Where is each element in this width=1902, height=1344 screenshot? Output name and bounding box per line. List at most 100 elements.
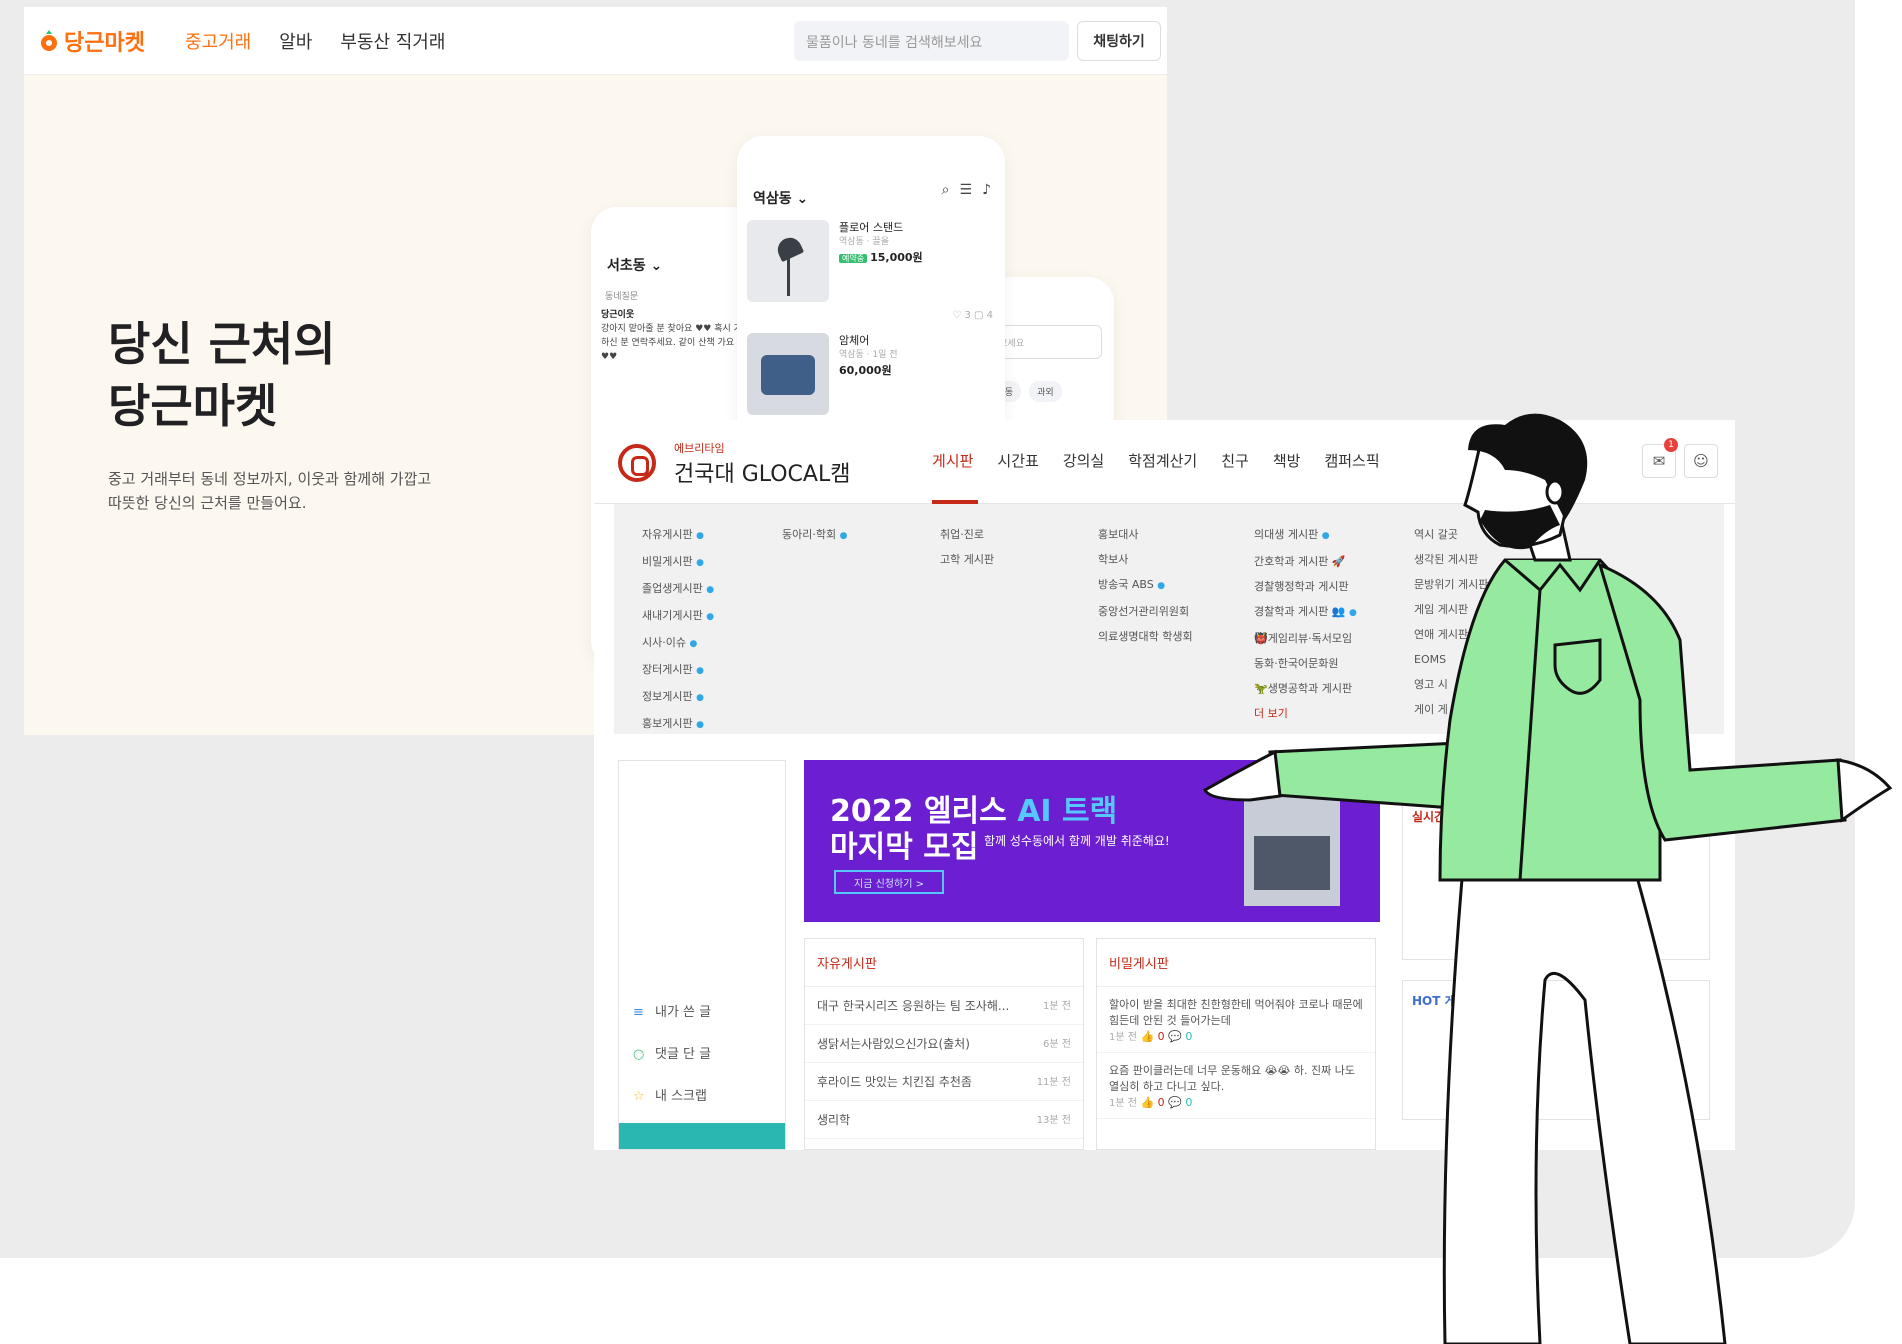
daangn-nav: 당근마켓 중고거래 알바 부동산 직거래 물품이나 동네를 검색해보세요 채팅하…	[24, 7, 1167, 75]
daangn-search-input[interactable]: 물품이나 동네를 검색해보세요	[794, 21, 1069, 61]
board-link[interactable]: 학보사	[1098, 547, 1193, 572]
board-link[interactable]: 중앙선거관리위원회	[1098, 599, 1193, 624]
bell-icon[interactable]: ♪	[982, 182, 991, 198]
star-icon: ☆	[633, 1089, 645, 1104]
free-board-card: 자유게시판 대구 한국시리즈 응원하는 팀 조사해... 1분 전 생닭서는사람있…	[804, 938, 1084, 1150]
daangn-chat-button[interactable]: 채팅하기	[1077, 21, 1161, 61]
phone-a-header: 서초동 ⌄	[607, 258, 663, 274]
board-link[interactable]: 자유게시판 ●	[642, 522, 714, 549]
board-link[interactable]: 👹게임리뷰·독서모임	[1254, 626, 1357, 651]
menu-board[interactable]: 게시판	[932, 450, 973, 471]
board-link[interactable]: 졸업생게시판 ●	[642, 576, 714, 603]
board-link[interactable]: 연애 게시판	[1414, 622, 1488, 647]
list-item[interactable]: 요즘 판이클러는데 너무 운동해요 😭😭 하. 진짜 나도 열심히 하고 다니고…	[1097, 1053, 1375, 1119]
hero-title-line1: 당신 근처의	[108, 317, 336, 371]
product-item[interactable]: 플로어 스탠드 역삼동 · 끌올 예약중 15,000원	[737, 208, 1005, 310]
board-link[interactable]: 게이 게	[1414, 697, 1488, 722]
board-link[interactable]: 동화·한국어문화원	[1254, 651, 1357, 676]
board-column: 동아리·학회 ●	[782, 522, 847, 549]
ad-banner[interactable]: 2022 엘리스 AI 트랙 마지막 모집 함께 성수동에서 함께 개발 취준해…	[804, 760, 1380, 922]
list-item[interactable]: 생리학 13분 전	[805, 1101, 1083, 1139]
menu-lecture[interactable]: 강의실	[1063, 450, 1104, 471]
board-link[interactable]: 동아리·학회 ●	[782, 522, 847, 549]
sidebar-teal-bar[interactable]	[619, 1123, 785, 1149]
list-item[interactable]: 생닭서는사람있으신가요(출처) 6분 전	[805, 1025, 1083, 1063]
banner-sub: 함께 성수동에서 함께 개발 취준해요!	[984, 834, 1170, 848]
board-link[interactable]: 고학 게시판	[940, 547, 994, 572]
menu-grade-calc[interactable]: 학점계산기	[1128, 450, 1197, 471]
board-link[interactable]: 역시 갈곳	[1414, 522, 1488, 547]
board-column: 홍보대사 학보사 방송국 ABS ● 중앙선거관리위원회 의료생명대학 학생회	[1098, 522, 1193, 649]
right-column: 실시간 인기 HOT 게시물	[1394, 760, 1714, 1150]
carrot-icon	[41, 29, 57, 51]
daangn-menu-used[interactable]: 중고거래	[185, 28, 251, 54]
daangn-logo[interactable]: 당근마켓	[38, 25, 145, 57]
daangn-logo-text: 당근마켓	[64, 30, 145, 56]
product-counts: ♡ 3 ▢ 4	[952, 310, 993, 321]
secret-board-title[interactable]: 비밀게시판	[1097, 939, 1375, 987]
board-link[interactable]: 홍보게시판 ●	[642, 711, 714, 738]
everytime-logo-icon[interactable]	[618, 444, 656, 482]
list-item[interactable]: 대구 한국시리즈 응원하는 팀 조사해... 1분 전	[805, 987, 1083, 1025]
board-link[interactable]: 의료생명대학 학생회	[1098, 624, 1193, 649]
board-link[interactable]: 정보게시판 ●	[642, 684, 714, 711]
product-title: 플로어 스탠드	[839, 221, 904, 234]
daangn-menu-jobs[interactable]: 알바	[279, 28, 312, 54]
menu-campuspick[interactable]: 캠퍼스픽	[1324, 450, 1379, 471]
everytime-window: 에브리타임 건국대 GLOCAL캠 게시판 시간표 강의실 학점계산기 친구 책…	[594, 420, 1735, 1150]
notification-badge: 1	[1664, 438, 1678, 452]
product-meta: 역삼동 · 1일 전	[839, 350, 898, 360]
banner-apply-button[interactable]: 지금 신청하기 >	[834, 870, 944, 894]
board-link[interactable]: 시사·이슈 ●	[642, 630, 714, 657]
board-link[interactable]: 문방위기 게시판	[1414, 572, 1488, 597]
board-link[interactable]: 간호학과 게시판 🚀	[1254, 549, 1357, 574]
daangn-menu: 중고거래 알바 부동산 직거래	[185, 28, 445, 54]
product-thumb-chair	[747, 333, 829, 415]
phone-b-icons: ⌕ ☰ ♪	[942, 182, 991, 198]
board-link[interactable]: 🦖생명공학과 게시판	[1254, 676, 1357, 701]
board-link[interactable]: 홍보대사	[1098, 522, 1193, 547]
board-link[interactable]: 경찰학과 게시판 👥 ●	[1254, 599, 1357, 626]
user-icon[interactable]: ☺	[1684, 444, 1718, 478]
search-icon[interactable]: ⌕	[942, 182, 950, 198]
product-item[interactable]: 암체어 역삼동 · 1일 전 60,000원	[737, 321, 1005, 423]
product-title: 암체어	[839, 334, 870, 347]
board-column: 의대생 게시판 ● 간호학과 게시판 🚀 경찰행정학과 게시판 경찰학과 게시판…	[1254, 522, 1357, 726]
menu-friends[interactable]: 친구	[1221, 450, 1249, 471]
board-link[interactable]: 비밀게시판 ●	[642, 549, 714, 576]
phone-a-post-text: 강아지 맡아줄 분 찾아요 ♥♥ 혹시 가능하신 분 연락주세요. 같이 산책 …	[601, 324, 751, 362]
board-column: 역시 갈곳 생각된 게시판 문방위기 게시판 게임 게시판 연애 게시판 EOM…	[1414, 522, 1488, 722]
menu-bookstore[interactable]: 책방	[1273, 450, 1301, 471]
board-link[interactable]: 취업·진로	[940, 522, 994, 547]
board-link[interactable]: 방송국 ABS ●	[1098, 572, 1193, 599]
secret-board-card: 비밀게시판 할아이 받을 최대한 친한형한테 먹어줘야 코로나 때문에 힘든데 …	[1096, 938, 1376, 1150]
board-link[interactable]: 의대생 게시판 ●	[1254, 522, 1357, 549]
board-link[interactable]: 새내기게시판 ●	[642, 603, 714, 630]
boards-more-link[interactable]: 더 보기	[1254, 701, 1357, 726]
menu-icon[interactable]: ☰	[960, 182, 973, 198]
free-board-title[interactable]: 자유게시판	[805, 939, 1083, 987]
my-scrap-link[interactable]: ☆ 내 스크랩	[633, 1085, 707, 1104]
board-link[interactable]: 장터게시판 ●	[642, 657, 714, 684]
my-comments-link[interactable]: ○ 댓글 단 글	[633, 1043, 711, 1062]
board-link[interactable]: 경찰행정학과 게시판	[1254, 574, 1357, 599]
list-item[interactable]: 후라이드 맛있는 치킨집 추천좀 11분 전	[805, 1063, 1083, 1101]
chip[interactable]: 과외	[1029, 381, 1062, 402]
list-icon: ≡	[633, 1005, 644, 1020]
daangn-hero-title: 당신 근처의 당근마켓	[108, 313, 336, 437]
product-thumb-lamp	[747, 220, 829, 302]
menu-timetable[interactable]: 시간표	[997, 450, 1038, 471]
my-posts-link[interactable]: ≡ 내가 쓴 글	[633, 1001, 711, 1020]
daangn-menu-realty[interactable]: 부동산 직거래	[340, 28, 445, 54]
everytime-menu: 게시판 시간표 강의실 학점계산기 친구 책방 캠퍼스픽	[932, 450, 1380, 471]
board-link[interactable]: 생각된 게시판	[1414, 547, 1488, 572]
everytime-school[interactable]: 건국대 GLOCAL캠	[674, 456, 850, 488]
list-item[interactable]: 할아이 받을 최대한 친한형한테 먹어줘야 코로나 때문에 힘든데 안된 것 들…	[1097, 987, 1375, 1053]
realtime-title[interactable]: 실시간 인기	[1412, 808, 1471, 825]
everytime-sub: 에브리타임	[674, 442, 725, 455]
board-link[interactable]: 게임 게시판	[1414, 597, 1488, 622]
hot-title[interactable]: HOT 게시물	[1412, 992, 1478, 1009]
board-link[interactable]: 영고 시	[1414, 672, 1488, 697]
board-link[interactable]: EOMS	[1414, 647, 1488, 672]
product-meta: 역삼동 · 끌올	[839, 237, 889, 247]
